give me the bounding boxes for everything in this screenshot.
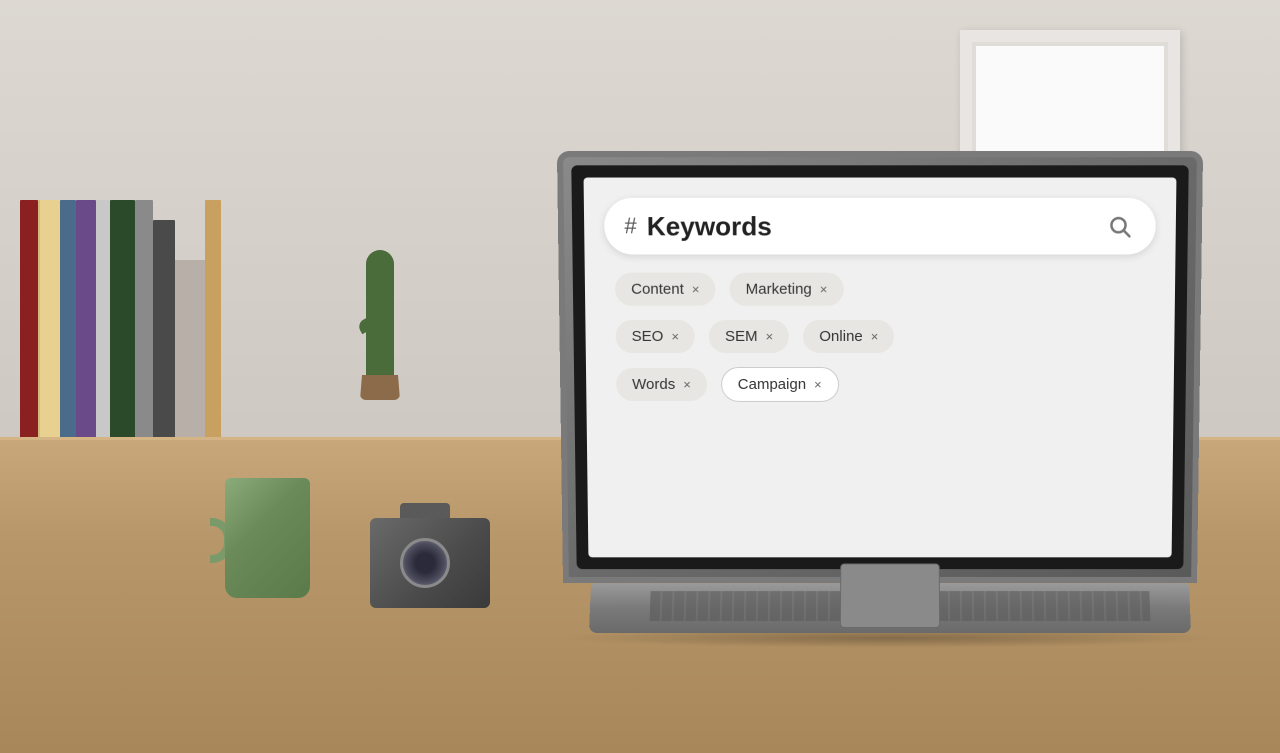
tag-words[interactable]: Words × [616, 368, 707, 401]
tag-remove-icon[interactable]: × [820, 282, 828, 297]
tag-label: Campaign [738, 376, 806, 393]
mug-body [225, 478, 310, 598]
camera-lens [400, 538, 450, 588]
book [175, 260, 205, 460]
hash-symbol: # [624, 213, 637, 239]
laptop-screen: # Keywords [584, 178, 1177, 558]
book [60, 200, 76, 460]
tag-remove-icon[interactable]: × [871, 329, 879, 344]
cactus-body [366, 250, 394, 380]
mug [210, 458, 330, 598]
scene: # Keywords [0, 0, 1280, 753]
camera [370, 498, 500, 608]
tag-remove-icon[interactable]: × [683, 377, 691, 392]
tag-marketing[interactable]: Marketing × [730, 273, 844, 306]
tag-seo[interactable]: SEO × [615, 320, 695, 353]
tags-row-3: Words × Campaign × [616, 367, 1144, 402]
camera-body [370, 518, 490, 608]
laptop-screen-bezel: # Keywords [571, 165, 1188, 569]
tag-label: SEO [632, 328, 664, 345]
book [76, 200, 96, 460]
books-container [20, 80, 300, 460]
tag-label: SEM [725, 328, 758, 345]
tag-sem[interactable]: SEM × [709, 320, 789, 353]
tags-area: Content × Marketing × SEO [605, 273, 1155, 402]
book [38, 200, 60, 460]
book [96, 200, 110, 460]
book [205, 200, 221, 460]
tags-row-1: Content × Marketing × [615, 273, 1145, 306]
search-bar[interactable]: # Keywords [604, 198, 1156, 255]
tag-remove-icon[interactable]: × [692, 282, 700, 297]
tag-content[interactable]: Content × [615, 273, 716, 306]
tag-remove-icon[interactable]: × [814, 377, 822, 392]
book [153, 220, 175, 460]
search-input-text[interactable]: Keywords [647, 211, 1094, 242]
tag-campaign[interactable]: Campaign × [721, 367, 839, 402]
tag-online[interactable]: Online × [803, 320, 894, 353]
tag-label: Words [632, 376, 675, 393]
laptop-trackpad [840, 563, 940, 628]
cactus-pot [360, 375, 400, 400]
laptop-base [589, 583, 1191, 633]
tags-row-2: SEO × SEM × Online × [615, 320, 1144, 353]
book [20, 200, 38, 460]
tag-remove-icon[interactable]: × [766, 329, 774, 344]
tag-label: Content [631, 281, 684, 298]
tag-remove-icon[interactable]: × [671, 329, 679, 344]
camera-top [400, 503, 450, 518]
laptop-screen-outer: # Keywords [557, 151, 1203, 583]
tag-label: Online [819, 328, 862, 345]
laptop: # Keywords [560, 153, 1200, 633]
tag-label: Marketing [746, 281, 812, 298]
book [135, 200, 153, 460]
cactus [350, 200, 410, 400]
search-icon[interactable] [1103, 210, 1136, 242]
book [110, 200, 135, 460]
